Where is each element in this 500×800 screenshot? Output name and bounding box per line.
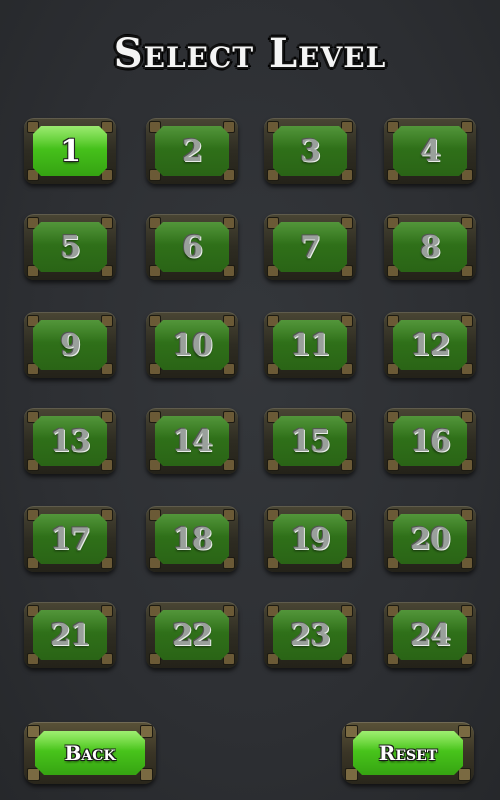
- level-button-9[interactable]: 9: [24, 312, 116, 378]
- level-number: 23: [290, 617, 331, 653]
- level-number: 16: [410, 423, 451, 459]
- level-number: 7: [300, 229, 321, 265]
- level-number: 19: [290, 521, 331, 557]
- back-button-label: Back: [64, 741, 116, 765]
- level-number: 2: [182, 133, 203, 169]
- back-button[interactable]: Back: [24, 722, 156, 784]
- level-button-17[interactable]: 17: [24, 506, 116, 572]
- level-number: 11: [290, 327, 331, 363]
- level-button-11[interactable]: 11: [264, 312, 356, 378]
- level-button-21[interactable]: 21: [24, 602, 116, 668]
- level-number: 10: [172, 327, 213, 363]
- level-button-22[interactable]: 22: [146, 602, 238, 668]
- level-button-5[interactable]: 5: [24, 214, 116, 280]
- level-button-20[interactable]: 20: [384, 506, 476, 572]
- level-number: 13: [50, 423, 91, 459]
- level-button-12[interactable]: 12: [384, 312, 476, 378]
- level-button-2[interactable]: 2: [146, 118, 238, 184]
- level-button-8[interactable]: 8: [384, 214, 476, 280]
- level-number: 20: [410, 521, 451, 557]
- level-button-24[interactable]: 24: [384, 602, 476, 668]
- level-number: 14: [172, 423, 213, 459]
- level-button-18[interactable]: 18: [146, 506, 238, 572]
- level-number: 21: [50, 617, 91, 653]
- level-number: 1: [60, 133, 81, 169]
- reset-button[interactable]: Reset: [342, 722, 474, 784]
- level-button-6[interactable]: 6: [146, 214, 238, 280]
- level-button-3[interactable]: 3: [264, 118, 356, 184]
- level-number: 17: [50, 521, 91, 557]
- level-button-10[interactable]: 10: [146, 312, 238, 378]
- level-number: 22: [172, 617, 213, 653]
- level-grid: 1 2 3 4 5 6 7 8 9 10 11 12 13 14 15 16 17 18 19 20 21 22 23 24: [0, 0, 500, 800]
- level-number: 9: [60, 327, 81, 363]
- level-number: 5: [60, 229, 81, 265]
- level-button-13[interactable]: 13: [24, 408, 116, 474]
- level-button-15[interactable]: 15: [264, 408, 356, 474]
- level-number: 4: [420, 133, 441, 169]
- level-button-16[interactable]: 16: [384, 408, 476, 474]
- level-number: 18: [172, 521, 213, 557]
- level-number: 3: [300, 133, 321, 169]
- level-button-23[interactable]: 23: [264, 602, 356, 668]
- level-button-7[interactable]: 7: [264, 214, 356, 280]
- level-number: 12: [410, 327, 451, 363]
- level-button-19[interactable]: 19: [264, 506, 356, 572]
- level-number: 24: [410, 617, 451, 653]
- reset-button-label: Reset: [378, 741, 438, 765]
- level-button-1[interactable]: 1: [24, 118, 116, 184]
- level-number: 6: [182, 229, 203, 265]
- level-select-screen: Select Level 1 2 3 4 5 6 7 8 9 10 11 12 13 14 15 16 17 18…: [0, 0, 500, 800]
- level-button-4[interactable]: 4: [384, 118, 476, 184]
- level-number: 8: [420, 229, 441, 265]
- level-button-14[interactable]: 14: [146, 408, 238, 474]
- level-number: 15: [290, 423, 331, 459]
